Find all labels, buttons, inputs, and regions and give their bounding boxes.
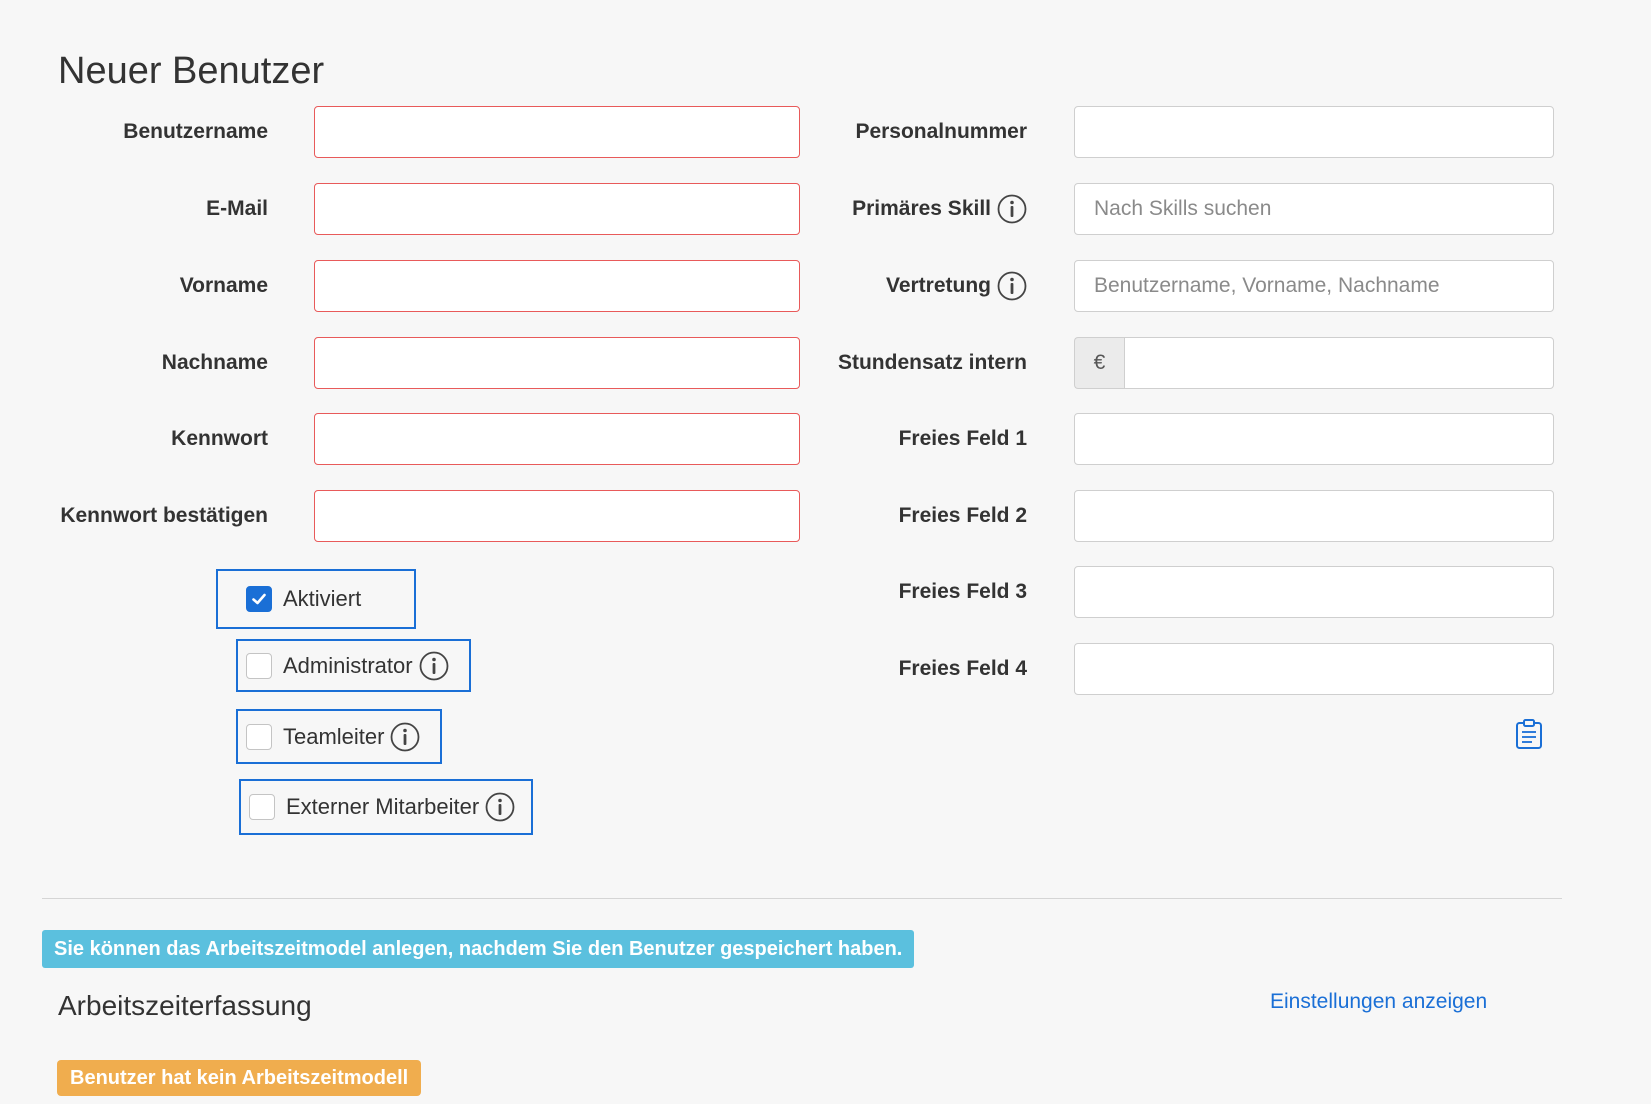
password-confirm-row: Kennwort bestätigen <box>0 490 800 542</box>
clipboard-icon[interactable] <box>1515 718 1543 750</box>
personnel-number-input[interactable] <box>1074 106 1554 158</box>
free-field-3-row: Freies Feld 3 <box>800 566 1560 618</box>
free-field-1-row: Freies Feld 1 <box>800 413 1560 465</box>
page-title: Neuer Benutzer <box>58 50 325 92</box>
email-input[interactable] <box>314 183 800 235</box>
free-field-3-input[interactable] <box>1074 566 1554 618</box>
substitute-label-group: Vertretung <box>800 260 1027 312</box>
info-icon[interactable] <box>419 651 449 681</box>
free-field-3-label: Freies Feld 3 <box>898 580 1027 603</box>
hourly-rate-label: Stundensatz intern <box>837 351 1027 374</box>
external-label-group: Externer Mitarbeiter <box>286 792 515 822</box>
email-label: E-Mail <box>206 197 268 220</box>
free-field-4-label: Freies Feld 4 <box>898 657 1027 680</box>
free-field-4-input[interactable] <box>1074 643 1554 695</box>
email-row: E-Mail <box>0 183 800 235</box>
lastname-label: Nachname <box>161 351 268 374</box>
free-field-2-label: Freies Feld 2 <box>898 504 1027 527</box>
hourly-rate-row: Stundensatz intern € <box>800 337 1560 389</box>
checkbox-teamlead[interactable]: Teamleiter <box>236 709 442 764</box>
info-icon[interactable] <box>485 792 515 822</box>
external-checkbox[interactable] <box>249 794 275 820</box>
username-row: Benutzername <box>0 106 800 158</box>
primary-skill-label-group: Primäres Skill <box>800 183 1027 235</box>
password-label: Kennwort <box>171 427 268 450</box>
substitute-search-input[interactable] <box>1074 260 1554 312</box>
administrator-checkbox[interactable] <box>246 652 272 679</box>
password-confirm-input[interactable] <box>314 490 800 542</box>
hourly-rate-input[interactable] <box>1124 337 1554 389</box>
checkbox-external[interactable]: Externer Mitarbeiter <box>239 779 533 835</box>
free-field-2-row: Freies Feld 2 <box>800 490 1560 542</box>
info-icon[interactable] <box>997 271 1027 301</box>
activated-label: Aktiviert <box>283 586 362 611</box>
info-icon[interactable] <box>997 194 1027 224</box>
status-badge: Benutzer hat kein Arbeitszeitmodell <box>57 1060 422 1096</box>
primary-skill-label: Primäres Skill <box>852 197 991 220</box>
teamlead-label: Teamleiter <box>283 723 385 749</box>
free-field-1-input[interactable] <box>1074 413 1554 465</box>
administrator-label: Administrator <box>283 652 413 678</box>
username-input[interactable] <box>314 106 800 158</box>
info-icon[interactable] <box>390 722 420 752</box>
info-banner: Sie können das Arbeitszeitmodel anlegen,… <box>42 930 915 968</box>
free-field-4-row: Freies Feld 4 <box>800 643 1560 695</box>
lastname-input[interactable] <box>314 337 800 389</box>
primary-skill-row: Primäres Skill <box>800 183 1560 235</box>
teamlead-checkbox[interactable] <box>246 723 272 750</box>
external-label: Externer Mitarbeiter <box>286 794 480 819</box>
primary-skill-search-input[interactable] <box>1074 183 1554 235</box>
free-field-1-label: Freies Feld 1 <box>898 427 1027 450</box>
password-confirm-label: Kennwort bestätigen <box>60 504 268 527</box>
password-row: Kennwort <box>0 413 800 465</box>
show-settings-link[interactable]: Einstellungen anzeigen <box>1270 990 1487 1014</box>
firstname-row: Vorname <box>0 260 800 312</box>
teamlead-label-group: Teamleiter <box>283 722 420 752</box>
time-tracking-title: Arbeitszeiterfassung <box>58 990 312 1021</box>
free-field-2-input[interactable] <box>1074 490 1554 542</box>
checkbox-administrator[interactable]: Administrator <box>236 639 471 692</box>
personnel-number-row: Personalnummer <box>800 106 1560 158</box>
section-divider <box>42 898 1562 899</box>
substitute-row: Vertretung <box>800 260 1560 312</box>
activated-checkbox[interactable] <box>246 586 272 612</box>
personnel-number-label: Personalnummer <box>855 120 1027 143</box>
username-label: Benutzername <box>123 120 268 143</box>
checkbox-activated[interactable]: Aktiviert <box>216 569 416 629</box>
lastname-row: Nachname <box>0 337 800 389</box>
firstname-input[interactable] <box>314 260 800 312</box>
password-input[interactable] <box>314 413 800 465</box>
currency-addon: € <box>1074 337 1124 389</box>
substitute-label: Vertretung <box>885 274 991 297</box>
administrator-label-group: Administrator <box>283 651 449 681</box>
firstname-label: Vorname <box>179 274 268 297</box>
check-icon <box>252 593 266 605</box>
